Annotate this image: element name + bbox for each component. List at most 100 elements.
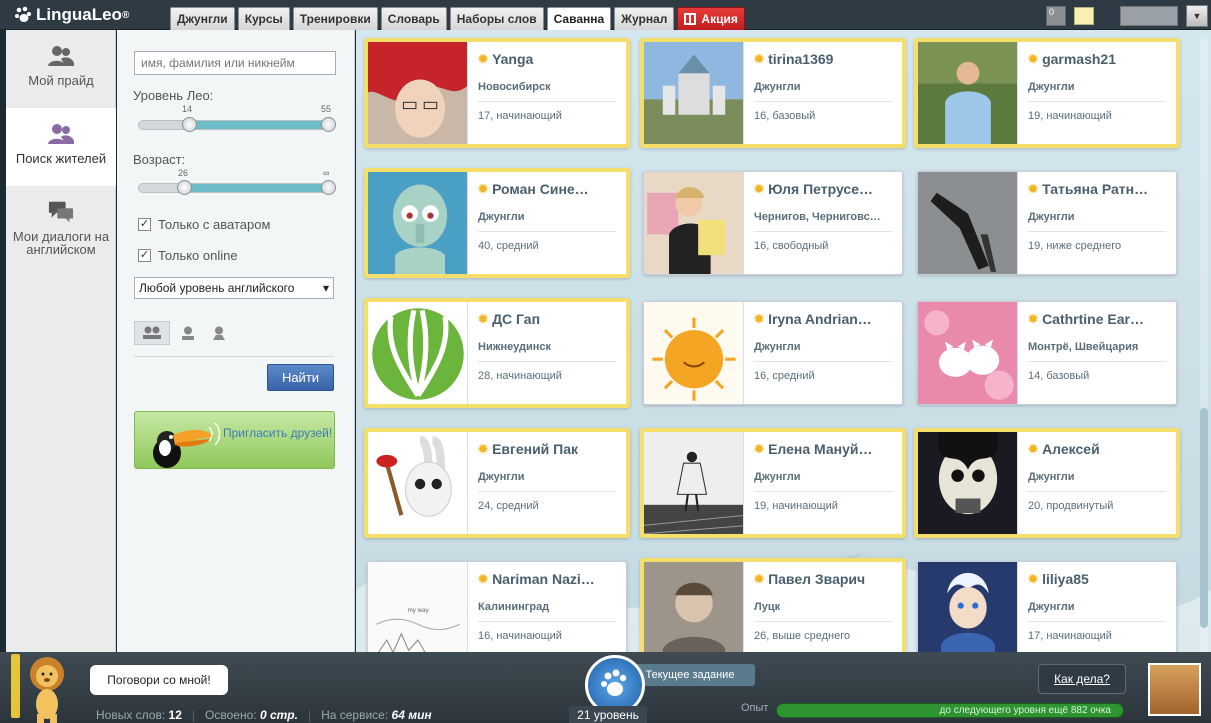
resident-name[interactable]: ✹ garmash21: [1028, 51, 1166, 67]
tab-courses[interactable]: Курсы: [237, 7, 290, 30]
resident-card[interactable]: ✹ Cathrtine Ear… Монтрё, Швейцария 14, базо…: [917, 301, 1177, 405]
resident-card[interactable]: my way ✹ Nariman Nazi… Калининград 16, начин…: [367, 561, 627, 652]
male-icon: [182, 326, 194, 340]
logo[interactable]: LinguaLeo ®: [14, 4, 129, 26]
online-sun-icon: ✹: [1028, 182, 1039, 196]
chevron-down-icon[interactable]: ▼: [1186, 5, 1208, 27]
new-words-label: Новых слов:: [96, 708, 166, 722]
how-are-you-button[interactable]: Как дела?: [1038, 664, 1126, 694]
user-menu[interactable]: [1120, 6, 1178, 26]
resident-photo[interactable]: [918, 432, 1018, 534]
user-avatar[interactable]: [1148, 663, 1201, 716]
online-sun-icon: ✹: [754, 442, 765, 456]
resident-photo[interactable]: [368, 302, 468, 404]
resident-name[interactable]: ✹ Павел Зварич: [754, 571, 892, 587]
resident-name[interactable]: ✹ Татьяна Ратн…: [1028, 181, 1166, 197]
nav-dialogs[interactable]: Мои диалоги на английском: [6, 186, 116, 278]
toucan-icon: [153, 422, 221, 468]
people-icon: [48, 44, 74, 68]
lion-mascot-icon[interactable]: [22, 652, 72, 723]
resident-name[interactable]: ✹ Елена Мануй…: [754, 441, 892, 457]
scrollbar-thumb[interactable]: [1200, 408, 1208, 628]
tab-journal[interactable]: Журнал: [614, 7, 675, 30]
resident-photo[interactable]: [644, 562, 744, 652]
resident-photo[interactable]: [644, 172, 744, 274]
learned-stat: Освоено: 0 стр.: [205, 708, 298, 722]
resident-name-text: Nariman Nazi…: [492, 571, 595, 587]
resident-photo[interactable]: [644, 432, 744, 534]
resident-info: ✹ liliya85 Джунгли 17, начинающий: [1018, 562, 1176, 652]
time-stat: На сервисе: 64 мин: [321, 708, 432, 722]
age-min-handle[interactable]: [177, 180, 192, 195]
resident-card[interactable]: ✹ Алексей Джунгли 20, продвинутый: [914, 428, 1180, 538]
tab-dictionary[interactable]: Словарь: [380, 7, 447, 30]
tab-word-sets[interactable]: Наборы слов: [449, 7, 544, 30]
time-label: На сервисе:: [321, 708, 389, 722]
resident-info: ✹ Алексей Джунгли 20, продвинутый: [1018, 432, 1176, 534]
talk-to-me-bubble[interactable]: Поговори со мной!: [90, 665, 228, 695]
resident-photo[interactable]: [368, 42, 468, 144]
tab-jungle[interactable]: Джунгли: [170, 7, 235, 30]
resident-card[interactable]: ✹ Юля Петрусе… Чернигов, Черниговс… 16, сво…: [643, 171, 903, 275]
resident-name[interactable]: ✹ Евгений Пак: [478, 441, 616, 457]
resident-card[interactable]: ✹ liliya85 Джунгли 17, начинающий: [917, 561, 1177, 652]
resident-photo[interactable]: my way: [368, 562, 468, 652]
gender-any-button[interactable]: [134, 321, 170, 345]
resident-card[interactable]: ✹ ДС Гап Нижнеудинск 28, начинающий: [364, 298, 630, 408]
invite-friends-button[interactable]: Пригласить друзей!: [134, 411, 335, 469]
resident-name[interactable]: ✹ tirina1369: [754, 51, 892, 67]
name-search-input[interactable]: [134, 51, 336, 75]
resident-name[interactable]: ✹ Алексей: [1028, 441, 1166, 457]
resident-card[interactable]: ✹ tirina1369 Джунгли 16, базовый: [640, 38, 906, 148]
resident-photo[interactable]: [368, 432, 468, 534]
age-slider[interactable]: [138, 180, 336, 195]
resident-name-text: Iryna Andrian…: [768, 311, 872, 327]
gender-male-button[interactable]: [177, 321, 199, 345]
resident-photo[interactable]: [644, 302, 744, 404]
resident-card[interactable]: ✹ Павел Зварич Луцк 26, выше среднего: [640, 558, 906, 652]
resident-photo[interactable]: [918, 562, 1018, 652]
tab-promo[interactable]: Акция: [677, 7, 745, 30]
resident-photo[interactable]: [918, 42, 1018, 144]
resident-card[interactable]: ✹ Татьяна Ратн… Джунгли 19, ниже среднего: [917, 171, 1177, 275]
resident-city: Джунгли: [754, 471, 892, 492]
online-sun-icon: ✹: [1028, 442, 1039, 456]
resident-card[interactable]: ✹ Евгений Пак Джунгли 24, средний: [364, 428, 630, 538]
leo-level-slider[interactable]: [138, 117, 336, 132]
gender-female-button[interactable]: [208, 321, 230, 345]
xp-label: Опыт: [741, 702, 769, 714]
resident-name[interactable]: ✹ Юля Петрусе…: [754, 181, 892, 197]
resident-photo[interactable]: [918, 302, 1018, 404]
resident-photo[interactable]: [368, 172, 468, 274]
resident-photo[interactable]: [644, 42, 744, 144]
resident-name[interactable]: ✹ Nariman Nazi…: [478, 571, 616, 587]
only-online-checkbox[interactable]: ✓ Только online: [138, 248, 238, 263]
resident-name[interactable]: ✹ liliya85: [1028, 571, 1166, 587]
nav-search-residents[interactable]: Поиск жителей: [6, 108, 116, 186]
resident-card[interactable]: ✹ Роман Сине… Джунгли 40, средний: [364, 168, 630, 278]
resident-name[interactable]: ✹ Cathrtine Ear…: [1028, 311, 1166, 327]
resident-name[interactable]: ✹ Yanga: [478, 51, 616, 67]
resident-name[interactable]: ✹ Iryna Andrian…: [754, 311, 892, 327]
scrollbar[interactable]: [1200, 38, 1208, 652]
resident-card[interactable]: ✹ Iryna Andrian… Джунгли 16, средний: [643, 301, 903, 405]
leo-min-handle[interactable]: [182, 117, 197, 132]
resident-card[interactable]: ✹ Yanga Новосибирск 17, начинающий: [364, 38, 630, 148]
notes-icon[interactable]: [1074, 7, 1094, 25]
notifications-icon[interactable]: 0: [1046, 6, 1066, 26]
resident-photo[interactable]: [918, 172, 1018, 274]
tab-savanna[interactable]: Саванна: [546, 7, 612, 30]
resident-card[interactable]: ✹ Елена Мануй… Джунгли 19, начинающий: [640, 428, 906, 538]
resident-name[interactable]: ✹ Роман Сине…: [478, 181, 616, 197]
with-avatar-checkbox[interactable]: ✓ Только с аватаром: [138, 217, 270, 232]
resident-name[interactable]: ✹ ДС Гап: [478, 311, 616, 327]
resident-name-text: Елена Мануй…: [768, 441, 873, 457]
leo-max-handle[interactable]: [321, 117, 336, 132]
nav-my-pride[interactable]: Мой прайд: [6, 30, 116, 108]
age-max-handle[interactable]: [321, 180, 336, 195]
find-button[interactable]: Найти: [267, 364, 334, 391]
online-sun-icon: ✹: [754, 52, 765, 66]
resident-card[interactable]: ✹ garmash21 Джунгли 19, начинающий: [914, 38, 1180, 148]
tab-trainings[interactable]: Тренировки: [292, 7, 378, 30]
english-level-select[interactable]: Любой уровень английского ▾: [134, 277, 334, 299]
